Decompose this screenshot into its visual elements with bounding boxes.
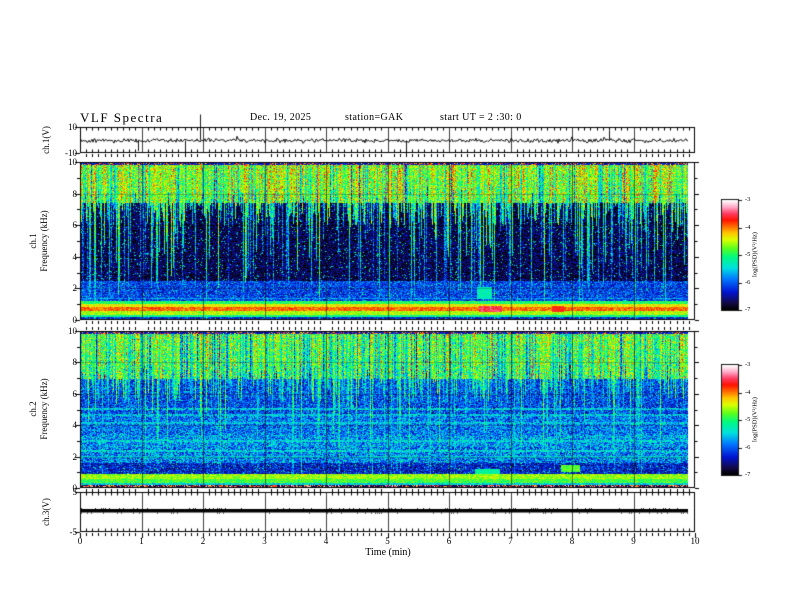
tick-labels-layer: 0 1 2 3 4 5 6 7 8 9 10 10 -10 10 8 6 4 2 0 10 8 6 4 2 0 5 -5 -3 -4 -5…	[0, 0, 792, 612]
colorbar-tick-label: -5	[745, 251, 751, 258]
spec1-freq-tick-label: 4	[72, 251, 78, 262]
spec1-freq-tick-label: 0	[72, 315, 78, 325]
colorbar-tick-label: -3	[745, 196, 751, 203]
time-tick-label: 3	[262, 536, 267, 546]
spec2-freq-tick-label: 10	[68, 326, 77, 336]
ch3-ytick-label: 5	[72, 487, 78, 497]
ch1-ytick-label: 10	[68, 122, 77, 132]
time-tick-label: 5	[385, 536, 390, 546]
colorbar-tick-label: -6	[745, 278, 751, 286]
colorbar-tick-label: -7	[745, 306, 751, 313]
time-tick-label: 4	[323, 536, 329, 546]
spec1-freq-tick-label: 10	[68, 157, 77, 167]
vlf-spectra-figure: VLF Spectra Dec. 19, 2025 station=GAK st…	[0, 0, 792, 612]
ch3-ytick-label: -5	[69, 527, 78, 537]
time-tick-label: 1	[139, 536, 144, 546]
spec2-freq-tick-label: 8	[72, 357, 78, 368]
time-tick-label: 2	[200, 536, 206, 546]
time-tick-label: 0	[77, 536, 83, 546]
spec2-freq-tick-label: 2	[72, 451, 78, 462]
time-tick-label: 9	[631, 536, 636, 546]
spec1-freq-tick-label: 2	[72, 283, 78, 294]
colorbar-tick-label: -3	[745, 361, 751, 368]
time-tick-label: 6	[446, 536, 452, 546]
colorbar-tick-label: -5	[745, 416, 751, 423]
spec2-freq-tick-label: 6	[72, 388, 78, 399]
colorbar-tick-label: -7	[745, 471, 751, 478]
spec2-freq-tick-label: 4	[72, 420, 78, 431]
spec1-freq-tick-label: 6	[72, 220, 78, 231]
spec1-freq-tick-label: 8	[72, 188, 78, 199]
colorbar-tick-label: -4	[745, 388, 751, 396]
colorbar-tick-label: -6	[745, 443, 751, 451]
time-tick-label: 7	[508, 536, 513, 546]
colorbar-tick-label: -4	[745, 223, 751, 231]
time-tick-label: 10	[690, 536, 700, 546]
time-tick-label: 8	[569, 536, 575, 546]
